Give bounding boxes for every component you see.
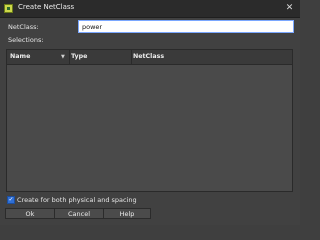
ok-button[interactable]: Ok: [5, 208, 55, 219]
create-netclass-dialog: Create NetClass ✕ NetClass: Selections: …: [0, 0, 300, 225]
window-title: Create NetClass: [18, 3, 75, 11]
grid-header: Name ▼ Type NetClass: [7, 50, 292, 65]
sort-down-icon: ▼: [61, 54, 65, 60]
selections-label: Selections:: [8, 36, 44, 44]
column-header-type[interactable]: Type: [71, 50, 129, 64]
both-physical-spacing-checkbox[interactable]: ✓: [7, 196, 15, 204]
cancel-button[interactable]: Cancel: [54, 208, 104, 219]
column-header-name[interactable]: Name: [10, 50, 68, 64]
column-divider[interactable]: [131, 50, 132, 64]
netclass-label: NetClass:: [8, 23, 39, 31]
app-icon: [4, 4, 13, 13]
column-header-netclass[interactable]: NetClass: [133, 50, 233, 64]
column-divider[interactable]: [69, 50, 70, 64]
netclass-input[interactable]: [78, 20, 294, 33]
title-bar: Create NetClass ✕: [0, 0, 300, 18]
selections-grid[interactable]: Name ▼ Type NetClass: [6, 49, 293, 192]
close-icon[interactable]: ✕: [283, 2, 296, 15]
help-button[interactable]: Help: [103, 208, 151, 219]
both-physical-spacing-label[interactable]: Create for both physical and spacing: [17, 196, 137, 204]
